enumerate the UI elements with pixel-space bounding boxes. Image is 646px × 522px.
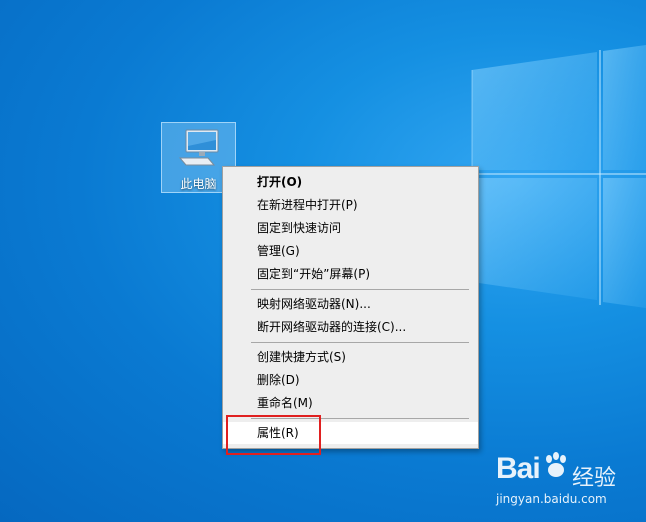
menu-separator	[251, 342, 469, 343]
watermark-cn-text: 经验	[572, 466, 617, 491]
paw-icon	[546, 452, 566, 477]
menu-item-pin-start[interactable]: 固定到“开始”屏幕(P)	[223, 263, 478, 285]
watermark-logo-text: Bai	[496, 452, 541, 485]
menu-item-create-shortcut[interactable]: 创建快捷方式(S)	[223, 346, 478, 368]
menu-item-rename[interactable]: 重命名(M)	[223, 392, 478, 414]
baidu-jingyan-watermark: Bai 经验 jingyan.baidu.com	[496, 448, 636, 516]
watermark-url: jingyan.baidu.com	[496, 492, 607, 506]
highlight-annotation-box	[226, 415, 321, 455]
context-menu: 打开(O) 在新进程中打开(P) 固定到快速访问 管理(G) 固定到“开始”屏幕…	[222, 166, 479, 449]
menu-item-open-new-process[interactable]: 在新进程中打开(P)	[223, 194, 478, 216]
menu-item-manage[interactable]: 管理(G)	[223, 240, 478, 262]
menu-item-pin-quick-access[interactable]: 固定到快速访问	[223, 217, 478, 239]
menu-item-open[interactable]: 打开(O)	[223, 171, 478, 193]
menu-separator	[251, 289, 469, 290]
computer-icon	[178, 129, 219, 166]
desktop[interactable]: 此电脑 打开(O) 在新进程中打开(P) 固定到快速访问 管理(G) 固定到“开…	[0, 0, 646, 522]
menu-item-map-network-drive[interactable]: 映射网络驱动器(N)...	[223, 293, 478, 315]
menu-item-delete[interactable]: 删除(D)	[223, 369, 478, 391]
menu-item-disconnect-network-drive[interactable]: 断开网络驱动器的连接(C)...	[223, 316, 478, 338]
